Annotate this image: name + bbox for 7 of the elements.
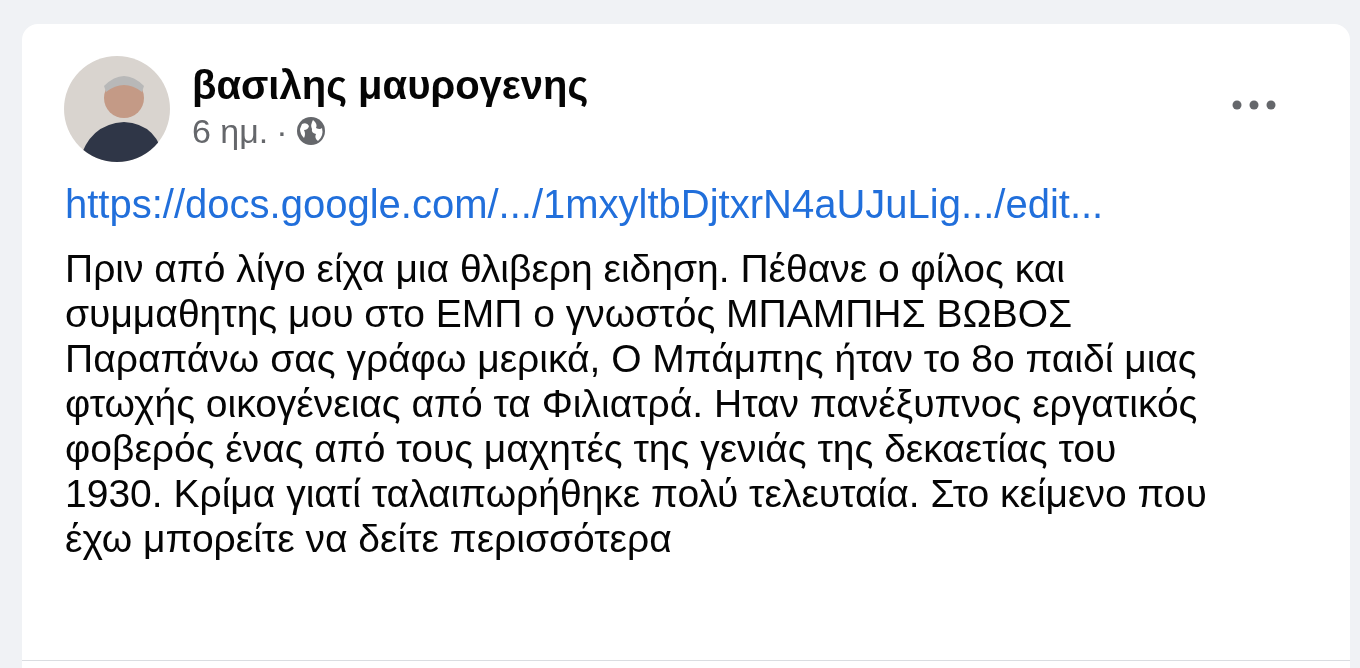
post-time[interactable]: 6 ημ. (192, 112, 269, 150)
separator: · (276, 112, 288, 150)
more-options-icon[interactable] (1232, 100, 1276, 110)
globe-icon (295, 116, 326, 146)
author-name[interactable]: βασιλης μαυρογενης (192, 62, 589, 108)
post-text: Πριν από λίγο είχα μια θλιβερη ειδηση. Πέθανε ο φίλος και συμμαθητης μου στο ΕΜΠ ο γνωστός ΜΠΑΜΠΗΣ ΒΩΒΟΣ Παραπάνω σας γράφω μερικά, Ο Μπάμπης ήταν το 8ο παιδί μιας φτωχής οικογένειας από τα Φιλιατρά. Ηταν πανέξυπνος εργατικός φοβερός ένας από τους μαχητές της γενιάς της δεκαετίας του 1930. Κρίμα γιατί ταλαιπωρήθηκε πολύ τελευταία. Στο κείμενο που έχω μπορείτε να δείτε περισσότερα (64, 246, 1208, 561)
document-link[interactable]: https://docs.google.com/.../1mxyltbDjtxrN4aUJuLig.../edit... (65, 182, 1104, 226)
